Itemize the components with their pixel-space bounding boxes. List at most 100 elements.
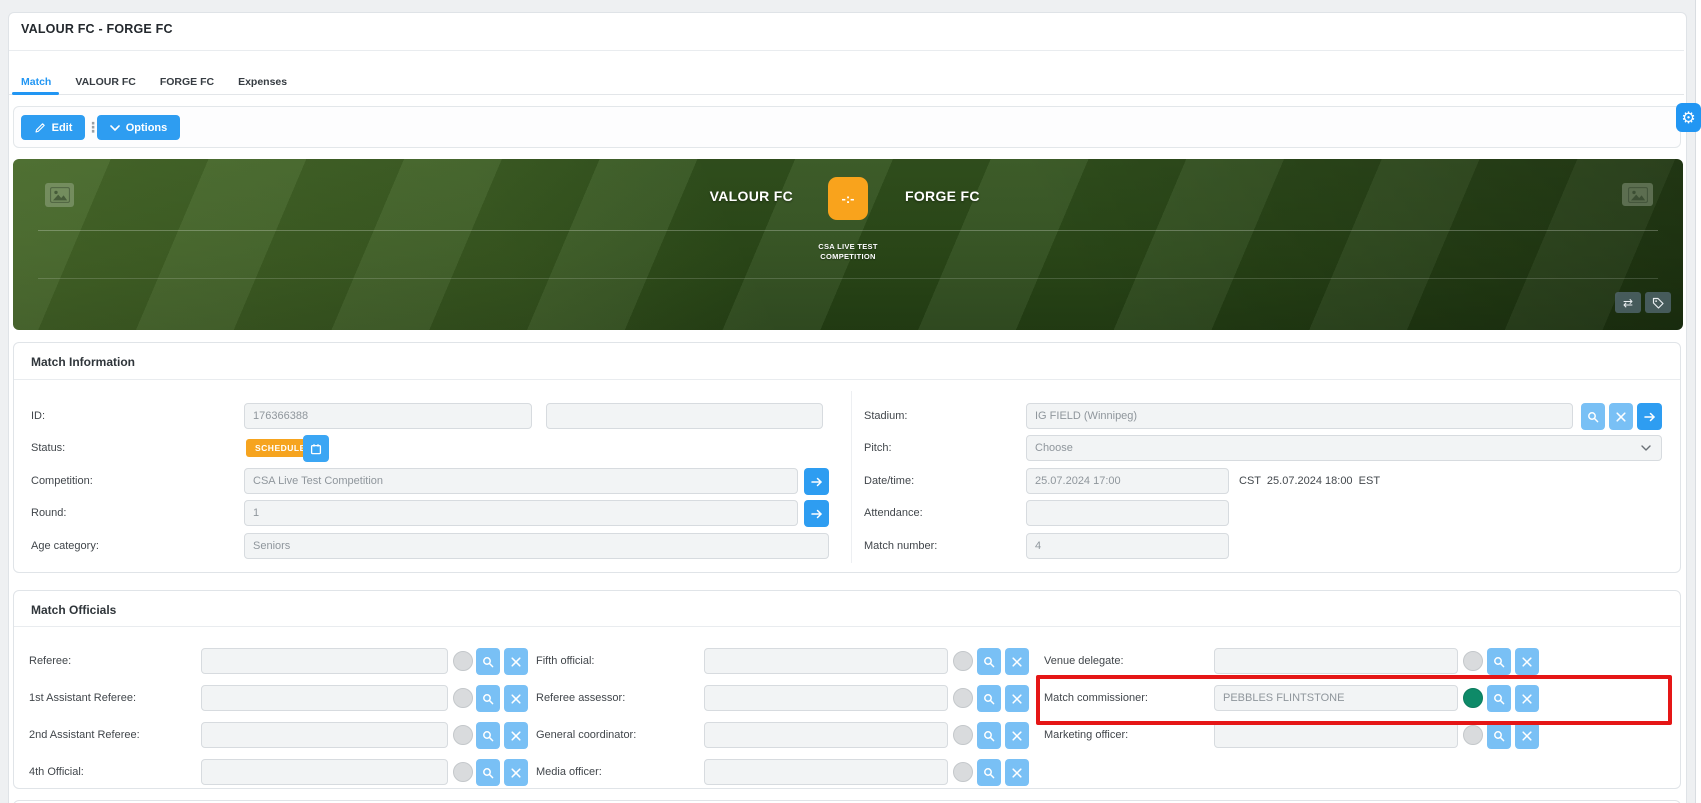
search-icon [482,767,494,779]
stadium-clear-button[interactable] [1609,403,1633,430]
round-input[interactable] [244,500,798,526]
fifth-official-label: Fifth official: [536,655,595,667]
close-icon [1522,694,1532,704]
close-icon [1616,412,1626,422]
chevron-down-icon [1641,445,1651,451]
close-icon [1012,731,1022,741]
match-commissioner-search-button[interactable] [1487,685,1511,712]
referee-assessor-search-button[interactable] [977,685,1001,712]
close-icon [511,768,521,778]
competition-label: Competition: [31,475,93,487]
fourth-official-search-button[interactable] [476,759,500,786]
stadium-label: Stadium: [864,410,907,422]
fifth-official-search-button[interactable] [977,648,1001,675]
competition-input[interactable] [244,468,798,494]
stadium-search-button[interactable] [1581,403,1605,430]
id-secondary-input[interactable] [546,403,823,429]
search-icon [482,656,494,668]
home-team-name: VALOUR FC [543,188,793,204]
round-goto-button[interactable] [804,500,829,527]
search-icon [1587,411,1599,423]
tab-valour-fc[interactable]: VALOUR FC [66,70,144,94]
stadium-input[interactable] [1026,403,1573,429]
stadium-goto-button[interactable] [1637,403,1662,430]
first-assistant-search-button[interactable] [476,685,500,712]
score-placeholder: -:- [828,177,868,220]
fourth-official-clear-button[interactable] [504,759,528,786]
pitch-select-value: Choose [1035,442,1073,454]
swap-teams-button[interactable]: ⇄ [1615,292,1641,313]
options-button-label: Options [126,122,168,134]
tab-match[interactable]: Match [12,70,60,94]
first-assistant-input[interactable] [201,685,448,711]
referee-clear-button[interactable] [504,648,528,675]
tab-bar: Match VALOUR FC FORGE FC Expenses [12,70,296,94]
match-commissioner-input[interactable] [1214,685,1458,711]
tag-button[interactable] [1645,292,1671,313]
marketing-officer-input[interactable] [1214,722,1458,748]
options-button[interactable]: Options [97,115,180,140]
id-label: ID: [31,410,45,422]
image-placeholder-icon [1628,187,1648,203]
venue-delegate-search-button[interactable] [1487,648,1511,675]
venue-delegate-status-indicator [1463,651,1483,671]
close-icon [1012,768,1022,778]
match-commissioner-clear-button[interactable] [1515,685,1539,712]
referee-status-indicator [453,651,473,671]
venue-delegate-input[interactable] [1214,648,1458,674]
media-officer-search-button[interactable] [977,759,1001,786]
match-commissioner-label: Match commissioner: [1044,692,1148,704]
edit-button[interactable]: Edit [21,115,85,140]
match-information-title: Match Information [31,355,135,369]
age-category-input[interactable] [244,533,829,559]
match-number-input[interactable] [1026,533,1229,559]
second-assistant-input[interactable] [201,722,448,748]
referee-assessor-status-indicator [953,688,973,708]
close-icon [511,657,521,667]
general-coordinator-input[interactable] [704,722,948,748]
marketing-officer-search-button[interactable] [1487,722,1511,749]
search-icon [983,656,995,668]
image-placeholder-icon [50,187,70,203]
pitch-select[interactable]: Choose [1026,435,1662,461]
status-calendar-button[interactable] [303,435,329,462]
fourth-official-label: 4th Official: [29,766,84,778]
tab-forge-fc[interactable]: FORGE FC [151,70,223,94]
close-icon [511,731,521,741]
second-assistant-clear-button[interactable] [504,722,528,749]
venue-delegate-label: Venue delegate: [1044,655,1124,667]
status-label: Status: [31,442,65,454]
marketing-officer-clear-button[interactable] [1515,722,1539,749]
media-officer-input[interactable] [704,759,948,785]
referee-assessor-clear-button[interactable] [1005,685,1029,712]
referee-input[interactable] [201,648,448,674]
search-icon [1493,656,1505,668]
second-assistant-search-button[interactable] [476,722,500,749]
match-number-label: Match number: [864,540,937,552]
close-icon [1522,657,1532,667]
referee-assessor-input[interactable] [704,685,948,711]
fifth-official-clear-button[interactable] [1005,648,1029,675]
settings-gear-button[interactable]: ⚙ [1676,103,1701,132]
tag-icon [1652,297,1664,309]
media-officer-clear-button[interactable] [1005,759,1029,786]
datetime-input[interactable] [1026,468,1229,494]
general-coordinator-clear-button[interactable] [1005,722,1029,749]
chevron-down-icon [110,125,120,131]
tab-expenses[interactable]: Expenses [229,70,296,94]
referee-search-button[interactable] [476,648,500,675]
fourth-official-status-indicator [453,762,473,782]
home-team-logo-placeholder [45,183,74,207]
competition-name-line2: COMPETITION [748,252,948,262]
fifth-official-input[interactable] [704,648,948,674]
competition-name: CSA LIVE TEST COMPETITION [748,242,948,262]
general-coordinator-search-button[interactable] [977,722,1001,749]
venue-delegate-clear-button[interactable] [1515,648,1539,675]
id-input[interactable] [244,403,532,429]
attendance-input[interactable] [1026,500,1229,526]
fourth-official-input[interactable] [201,759,448,785]
competition-goto-button[interactable] [804,468,829,495]
first-assistant-clear-button[interactable] [504,685,528,712]
page: VALOUR FC - FORGE FC Match VALOUR FC FOR… [0,0,1701,803]
arrow-right-icon [1644,412,1656,422]
